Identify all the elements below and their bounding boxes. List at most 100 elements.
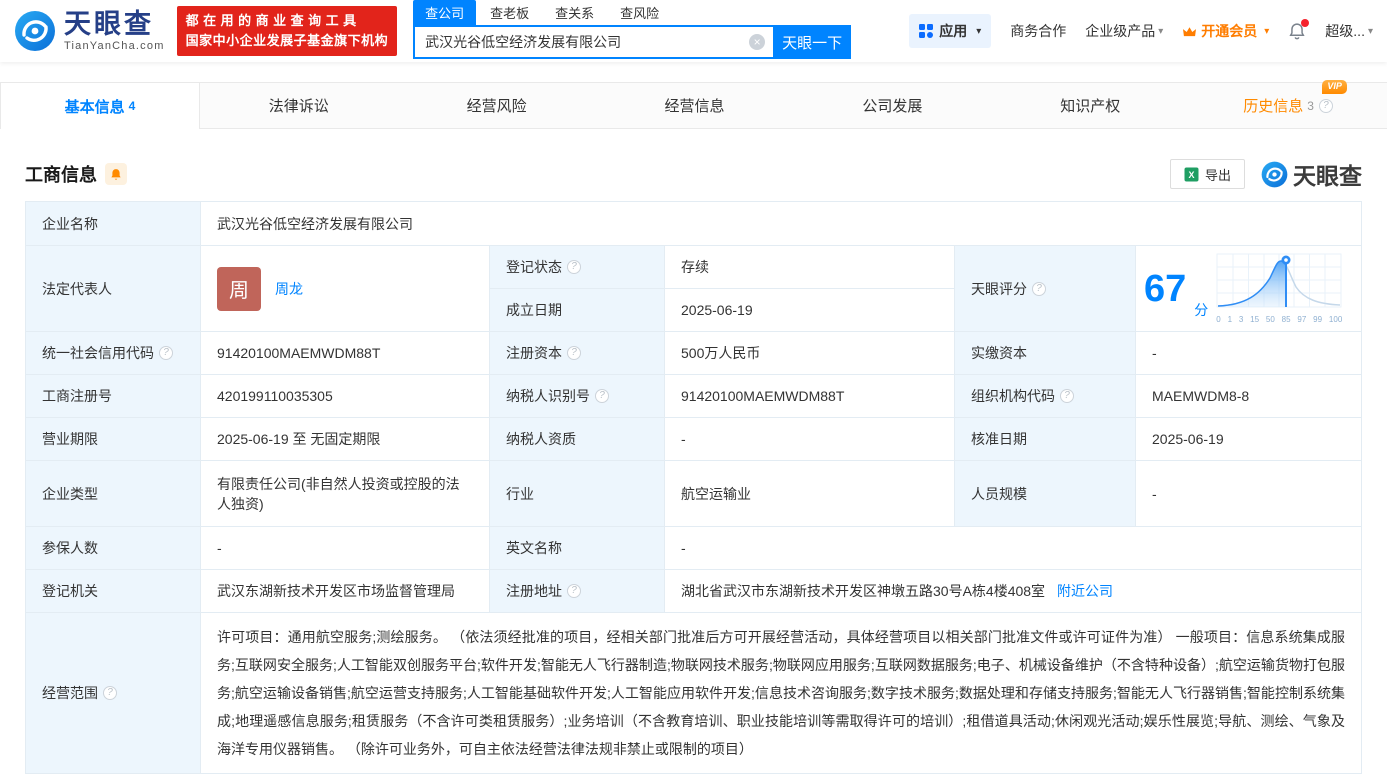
field-value: 2025-06-19 至 无固定期限 <box>200 417 490 461</box>
field-value: - <box>1135 331 1362 375</box>
nav-user-menu[interactable]: 超级... ▾ <box>1325 21 1373 41</box>
field-value: 周 周龙 <box>200 245 490 332</box>
page-tab[interactable]: 经营信息 <box>596 83 794 128</box>
field-label: 纳税人识别号? <box>489 374 665 418</box>
watermark-logo: 天眼查 <box>1261 157 1362 191</box>
page-tab[interactable]: 公司发展 <box>793 83 991 128</box>
apps-menu-button[interactable]: 应用 ▾ <box>909 14 992 48</box>
field-label: 法定代表人 <box>25 245 201 332</box>
nav-business-coop[interactable]: 商务合作 <box>1010 21 1066 41</box>
app-grid-icon <box>919 24 934 38</box>
page-tab-bar: 基本信息 4 法律诉讼 经营风险 经营信息 公司发展 知识产权 历史信息 3 VIP? <box>0 80 1387 129</box>
top-header: 天眼查 TianYanCha.com 都在用的商业查询工具 国家中小企业发展子基… <box>0 0 1387 62</box>
search-input[interactable] <box>415 34 774 50</box>
field-label: 注册地址? <box>489 569 665 613</box>
notification-dot <box>1301 18 1310 27</box>
status-badge: 存续 <box>664 245 955 289</box>
search-type-tabs: 查公司 查老板 查关系 查风险 <box>413 0 851 25</box>
help-icon[interactable]: ? <box>567 346 581 360</box>
nav-open-vip[interactable]: 开通会员 ▾ <box>1182 21 1269 41</box>
section-title: 工商信息 <box>25 165 97 185</box>
page-tab[interactable]: 基本信息 4 <box>0 83 200 129</box>
help-icon[interactable]: ? <box>159 346 173 360</box>
page-tab[interactable]: 历史信息 3 VIP? <box>1189 80 1387 128</box>
export-button[interactable]: X 导出 <box>1169 159 1245 189</box>
business-info-table: 企业名称 武汉光谷低空经济发展有限公司 法定代表人 周 周龙 登记状态? 存续 … <box>25 201 1362 774</box>
field-label: 行业 <box>489 460 665 527</box>
excel-icon: X <box>1184 167 1199 181</box>
table-row: 企业名称 武汉光谷低空经济发展有限公司 <box>25 201 1362 246</box>
field-value: 500万人民币 <box>664 331 955 375</box>
score-axis-ticks: 0 1 3 15 50 85 97 99 100 <box>1216 315 1343 324</box>
page-tab[interactable]: 法律诉讼 <box>200 83 398 128</box>
table-row: 企业类型 有限责任公司(非自然人投资或控股的法人独资) 行业 航空运输业 人员规… <box>25 460 1362 527</box>
field-label: 成立日期 <box>489 288 665 332</box>
legal-rep-link[interactable]: 周龙 <box>275 279 303 299</box>
slogan-banner: 都在用的商业查询工具 国家中小企业发展子基金旗下机构 <box>176 5 398 57</box>
table-row: 登记机关 武汉东湖新技术开发区市场监督管理局 注册地址? 湖北省武汉市东湖新技术… <box>25 569 1362 613</box>
field-value: 2025-06-19 <box>664 288 955 332</box>
field-value: 91420100MAEMWDM88T <box>200 331 490 375</box>
field-value: 航空运输业 <box>664 460 955 527</box>
vip-badge: VIP <box>1322 80 1347 94</box>
field-label: 英文名称 <box>489 526 665 570</box>
chevron-down-icon: ▾ <box>1158 25 1164 37</box>
svg-text:X: X <box>1188 170 1194 180</box>
help-icon[interactable]: ? <box>595 389 609 403</box>
table-row: 营业期限 2025-06-19 至 无固定期限 纳税人资质 - 核准日期 202… <box>25 417 1362 461</box>
nearby-companies-link[interactable]: 附近公司 <box>1057 583 1113 599</box>
subscribe-bell-icon[interactable] <box>105 163 127 185</box>
nav-enterprise-products[interactable]: 企业级产品 ▾ <box>1085 21 1163 41</box>
main-content: 工商信息 X 导出 天眼查 企业名称 武汉光谷低空经济发展有限公司 法定代表人 … <box>0 157 1387 774</box>
search-type-tab[interactable]: 查关系 <box>543 0 606 25</box>
field-label: 人员规模 <box>954 460 1136 527</box>
clear-search-icon[interactable]: × <box>749 34 766 50</box>
table-row: 统一社会信用代码? 91420100MAEMWDM88T 注册资本? 500万人… <box>25 331 1362 375</box>
table-row: 工商注册号 420199110035305 纳税人识别号? 91420100MA… <box>25 374 1362 418</box>
field-label: 统一社会信用代码? <box>25 331 201 375</box>
help-icon[interactable]: ? <box>567 584 581 598</box>
page-tab[interactable]: 经营风险 <box>398 83 596 128</box>
help-icon[interactable]: ? <box>1032 281 1046 296</box>
search-type-tab[interactable]: 查风险 <box>608 0 671 25</box>
search-button[interactable]: 天眼一下 <box>773 25 852 59</box>
field-label: 参保人数 <box>25 526 201 570</box>
field-value: 武汉光谷低空经济发展有限公司 <box>200 201 1362 246</box>
field-label: 天眼评分? <box>954 245 1136 332</box>
field-label: 纳税人资质 <box>489 417 665 461</box>
field-label: 企业类型 <box>25 460 201 527</box>
top-nav: 应用 ▾ 商务合作 企业级产品 ▾ 开通会员 ▾ 超级... ▾ <box>909 14 1373 48</box>
search-type-tab[interactable]: 查公司 <box>413 0 477 25</box>
search-type-tab[interactable]: 查老板 <box>478 0 541 25</box>
field-value: 420199110035305 <box>200 374 490 418</box>
help-icon[interactable]: ? <box>1060 389 1074 403</box>
avatar[interactable]: 周 <box>217 266 261 311</box>
logo-swirl-icon <box>1261 161 1288 187</box>
chevron-down-icon: ▾ <box>976 25 982 37</box>
crown-icon <box>1183 26 1197 36</box>
help-icon[interactable]: ? <box>567 260 581 274</box>
field-label: 工商注册号 <box>25 374 201 418</box>
score-cell: 67 分 0 1 3 15 50 85 97 99 100 <box>1135 245 1362 332</box>
tianyancha-logo[interactable]: 天眼查 TianYanCha.com <box>14 10 165 52</box>
field-label: 实缴资本 <box>954 331 1136 375</box>
field-value: 许可项目：通用航空服务;测绘服务。 （依法须经批准的项目，经相关部门批准后方可开… <box>200 612 1362 774</box>
table-row: 经营范围? 许可项目：通用航空服务;测绘服务。 （依法须经批准的项目，经相关部门… <box>25 612 1362 774</box>
field-value: 有限责任公司(非自然人投资或控股的法人独资) <box>200 460 490 527</box>
notification-bell-icon[interactable] <box>1288 18 1310 41</box>
search-area: 查公司查老板查关系查风险 × 天眼一下 <box>413 0 852 62</box>
field-value: - <box>664 417 955 461</box>
help-icon[interactable]: ? <box>1318 98 1333 113</box>
field-label: 登记状态? <box>489 245 665 289</box>
field-value: 武汉东湖新技术开发区市场监督管理局 <box>200 569 490 613</box>
page-tab[interactable]: 知识产权 <box>991 83 1189 128</box>
field-label: 经营范围? <box>25 612 201 774</box>
brand-domain: TianYanCha.com <box>64 39 165 52</box>
field-value: 2025-06-19 <box>1135 417 1362 461</box>
field-label: 注册资本? <box>489 331 665 375</box>
field-label: 营业期限 <box>25 417 201 461</box>
field-value: - <box>200 526 490 570</box>
field-label: 企业名称 <box>25 201 201 246</box>
field-label: 登记机关 <box>25 569 201 613</box>
help-icon[interactable]: ? <box>103 686 117 700</box>
